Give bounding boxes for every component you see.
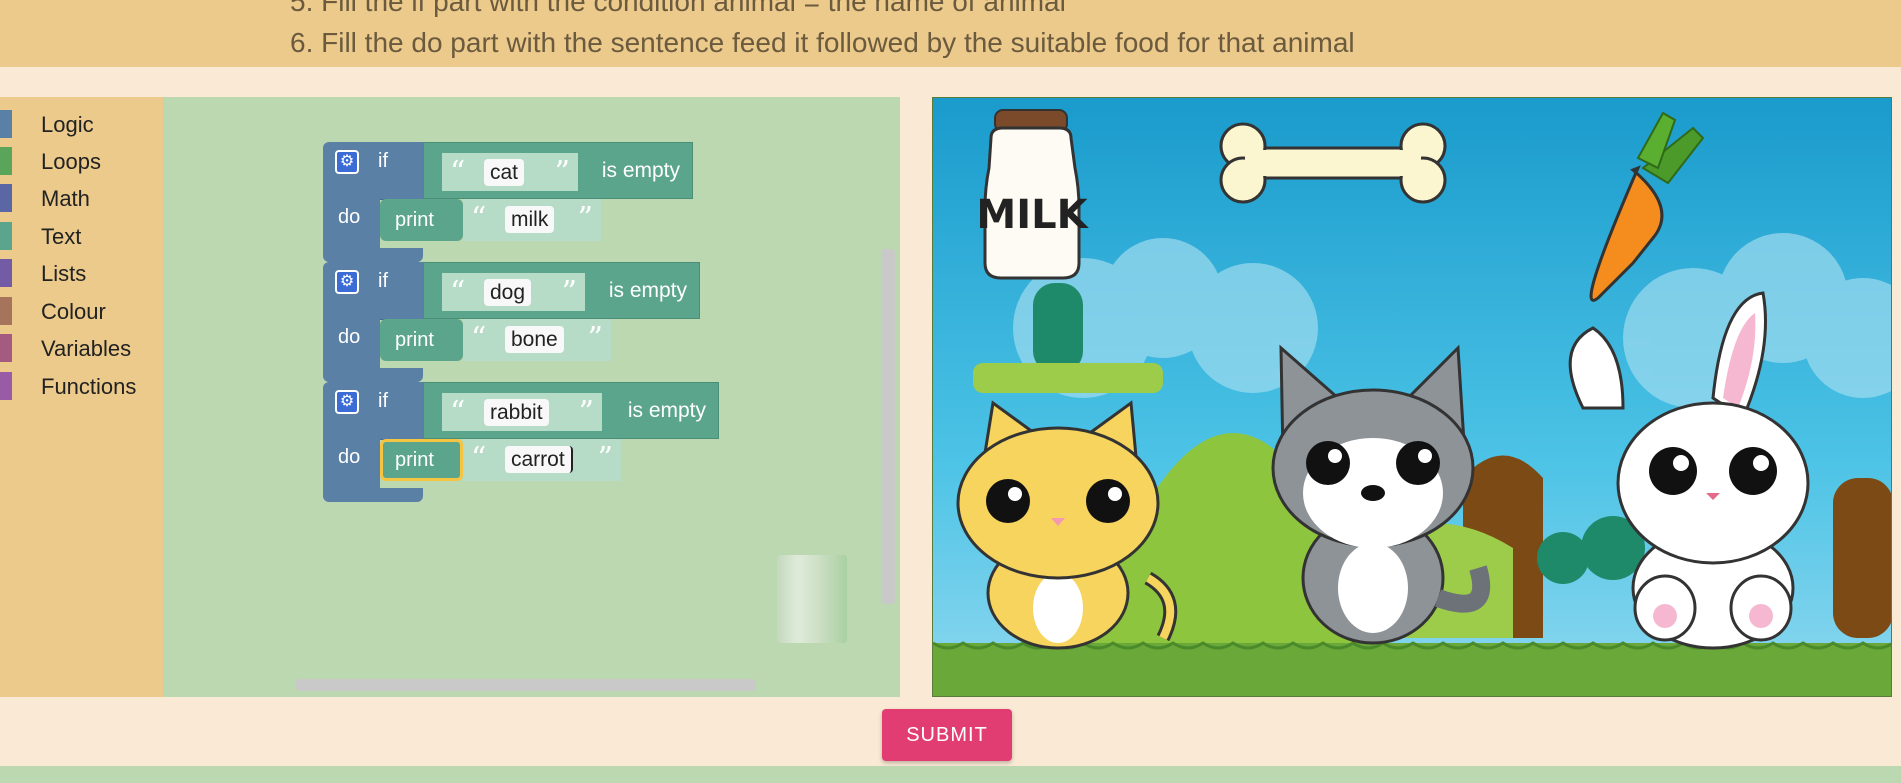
text-string-block[interactable]: “ rabbit ” — [442, 393, 602, 431]
category-color-swatch — [0, 184, 12, 212]
category-label: Functions — [41, 374, 137, 399]
do-keyword: do — [338, 326, 361, 348]
toolbox-category-logic[interactable]: Logic — [0, 106, 163, 140]
category-label: Lists — [41, 261, 87, 286]
if-do-block[interactable]: ⚙ if do “ rabbit ” is empty print “ carr… — [323, 382, 723, 502]
category-label: Loops — [41, 149, 101, 174]
do-keyword: do — [338, 446, 361, 468]
toolbox-category-loops[interactable]: Loops — [0, 143, 163, 177]
animal-scene-image: MILK — [932, 97, 1892, 697]
mutator-gear-icon[interactable]: ⚙ — [335, 390, 359, 414]
print-label: print — [395, 209, 434, 231]
footer-strip — [0, 766, 1901, 783]
close-quote-icon: ” — [554, 155, 570, 190]
blockly-workspace[interactable]: ⚙ if do “ cat ” is empty print “ milk ” … — [163, 97, 900, 697]
close-quote-icon: ” — [597, 441, 613, 476]
is-empty-block[interactable]: “ cat ” is empty — [423, 142, 693, 199]
category-color-swatch — [0, 334, 12, 362]
toolbox-category-functions[interactable]: Functions — [0, 368, 163, 402]
text-string-block[interactable]: “ carrot ” — [463, 439, 621, 481]
category-color-swatch — [0, 222, 12, 250]
text-string-block[interactable]: “ cat ” — [442, 153, 578, 191]
close-quote-icon: ” — [578, 395, 594, 430]
category-color-swatch — [0, 147, 12, 175]
do-keyword: do — [338, 206, 361, 228]
milk-bottle-label: MILK — [976, 192, 1089, 238]
submit-button[interactable]: SUBMIT — [882, 709, 1012, 761]
category-label: Math — [41, 186, 90, 211]
if-do-block[interactable]: ⚙ if do “ dog ” is empty print “ bone ” — [323, 262, 723, 382]
is-empty-block[interactable]: “ dog ” is empty — [423, 262, 700, 319]
category-label: Colour — [41, 299, 106, 324]
category-label: Logic — [41, 112, 94, 137]
if-keyword: if — [378, 390, 388, 412]
text-field[interactable]: milk — [505, 206, 555, 233]
instructions-panel: 5. Fill the if part with the condition a… — [0, 0, 1901, 67]
open-quote-icon: “ — [471, 201, 487, 236]
category-color-swatch — [0, 110, 12, 138]
mutator-gear-icon[interactable]: ⚙ — [335, 150, 359, 174]
category-color-swatch — [0, 372, 12, 400]
if-block-footer — [323, 368, 423, 382]
if-block-footer — [323, 488, 423, 502]
category-color-swatch — [0, 297, 12, 325]
open-quote-icon: “ — [450, 395, 466, 430]
is-empty-label: is empty — [608, 279, 687, 302]
text-field[interactable]: rabbit — [484, 399, 549, 426]
close-quote-icon: ” — [577, 201, 593, 236]
workspace-horizontal-scrollbar[interactable] — [296, 679, 756, 691]
category-label: Text — [41, 224, 82, 249]
if-keyword: if — [378, 270, 388, 292]
open-quote-icon: “ — [450, 275, 466, 310]
category-label: Variables — [41, 336, 132, 361]
toolbox-category-math[interactable]: Math — [0, 180, 163, 214]
print-block[interactable]: print — [380, 319, 463, 361]
toolbox-category-text[interactable]: Text — [0, 218, 163, 252]
toolbox-category-colour[interactable]: Colour — [0, 293, 163, 327]
if-keyword: if — [378, 150, 388, 172]
instruction-step-5: 5. Fill the if part with the condition a… — [290, 0, 1066, 17]
open-quote-icon: “ — [471, 321, 487, 356]
instruction-step-6: 6. Fill the do part with the sentence fe… — [290, 27, 1355, 58]
print-label: print — [395, 329, 434, 351]
text-string-block[interactable]: “ dog ” — [442, 273, 585, 311]
close-quote-icon: ” — [587, 321, 603, 356]
close-quote-icon: ” — [561, 275, 577, 310]
text-string-block[interactable]: “ milk ” — [463, 199, 601, 241]
if-do-block[interactable]: ⚙ if do “ cat ” is empty print “ milk ” — [323, 142, 723, 262]
print-label: print — [395, 449, 434, 471]
scene-illustration: MILK — [933, 98, 1891, 696]
text-field-editing[interactable]: carrot — [505, 446, 573, 473]
blockly-toolbox: Logic Loops Math Text Lists Colour Varia… — [0, 97, 163, 697]
workspace-vertical-scrollbar[interactable] — [881, 249, 895, 604]
text-field[interactable]: bone — [505, 326, 564, 353]
print-block-selected[interactable]: print — [380, 439, 463, 481]
open-quote-icon: “ — [471, 441, 487, 476]
toolbox-category-variables[interactable]: Variables — [0, 330, 163, 364]
toolbox-category-lists[interactable]: Lists — [0, 255, 163, 289]
text-string-block[interactable]: “ bone ” — [463, 319, 611, 361]
category-color-swatch — [0, 259, 12, 287]
if-block-footer — [323, 248, 423, 262]
text-field[interactable]: dog — [484, 279, 532, 306]
is-empty-block[interactable]: “ rabbit ” is empty — [423, 382, 719, 439]
text-field[interactable]: cat — [484, 159, 525, 186]
mutator-gear-icon[interactable]: ⚙ — [335, 270, 359, 294]
is-empty-label: is empty — [601, 159, 680, 182]
ground — [933, 643, 1891, 696]
is-empty-label: is empty — [627, 399, 706, 422]
print-block[interactable]: print — [380, 199, 463, 241]
trash-can-icon[interactable] — [777, 555, 847, 643]
open-quote-icon: “ — [450, 155, 466, 190]
